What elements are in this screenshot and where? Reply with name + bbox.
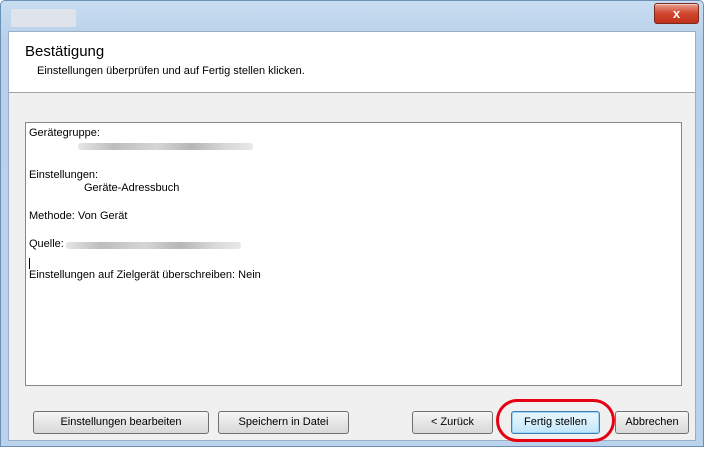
dialog-window: x Bestätigung Einstellungen überprüfen u… bbox=[0, 0, 704, 447]
method-line: Methode: Von Gerät bbox=[29, 210, 128, 222]
back-button[interactable]: < Zurück bbox=[412, 411, 493, 434]
summary-textbox[interactable]: Gerätegruppe: Einstellungen: Geräte-Adre… bbox=[25, 122, 682, 386]
close-icon: x bbox=[672, 6, 681, 21]
page-subtitle: Einstellungen überprüfen und auf Fertig … bbox=[37, 65, 305, 77]
save-to-file-button[interactable]: Speichern in Datei bbox=[218, 411, 349, 434]
wizard-header: Bestätigung Einstellungen überprüfen und… bbox=[9, 32, 695, 93]
text-caret bbox=[29, 258, 30, 269]
settings-value: Geräte-Adressbuch bbox=[84, 182, 180, 194]
settings-label: Einstellungen: bbox=[29, 169, 99, 181]
title-bar: x bbox=[1, 1, 703, 31]
overwrite-line: Einstellungen auf Zielgerät überschreibe… bbox=[29, 269, 261, 281]
device-group-value-redacted bbox=[78, 143, 253, 150]
title-redacted bbox=[11, 9, 76, 27]
cancel-button[interactable]: Abbrechen bbox=[615, 411, 689, 434]
close-button[interactable]: x bbox=[654, 3, 699, 24]
source-label: Quelle: bbox=[29, 238, 64, 250]
device-group-label: Gerätegruppe: bbox=[29, 127, 100, 139]
source-value-redacted bbox=[66, 242, 241, 249]
dialog-client-area: Bestätigung Einstellungen überprüfen und… bbox=[8, 31, 696, 441]
finish-highlight-annotation bbox=[496, 399, 615, 442]
edit-settings-button[interactable]: Einstellungen bearbeiten bbox=[33, 411, 209, 434]
page-title: Bestätigung bbox=[25, 43, 105, 60]
